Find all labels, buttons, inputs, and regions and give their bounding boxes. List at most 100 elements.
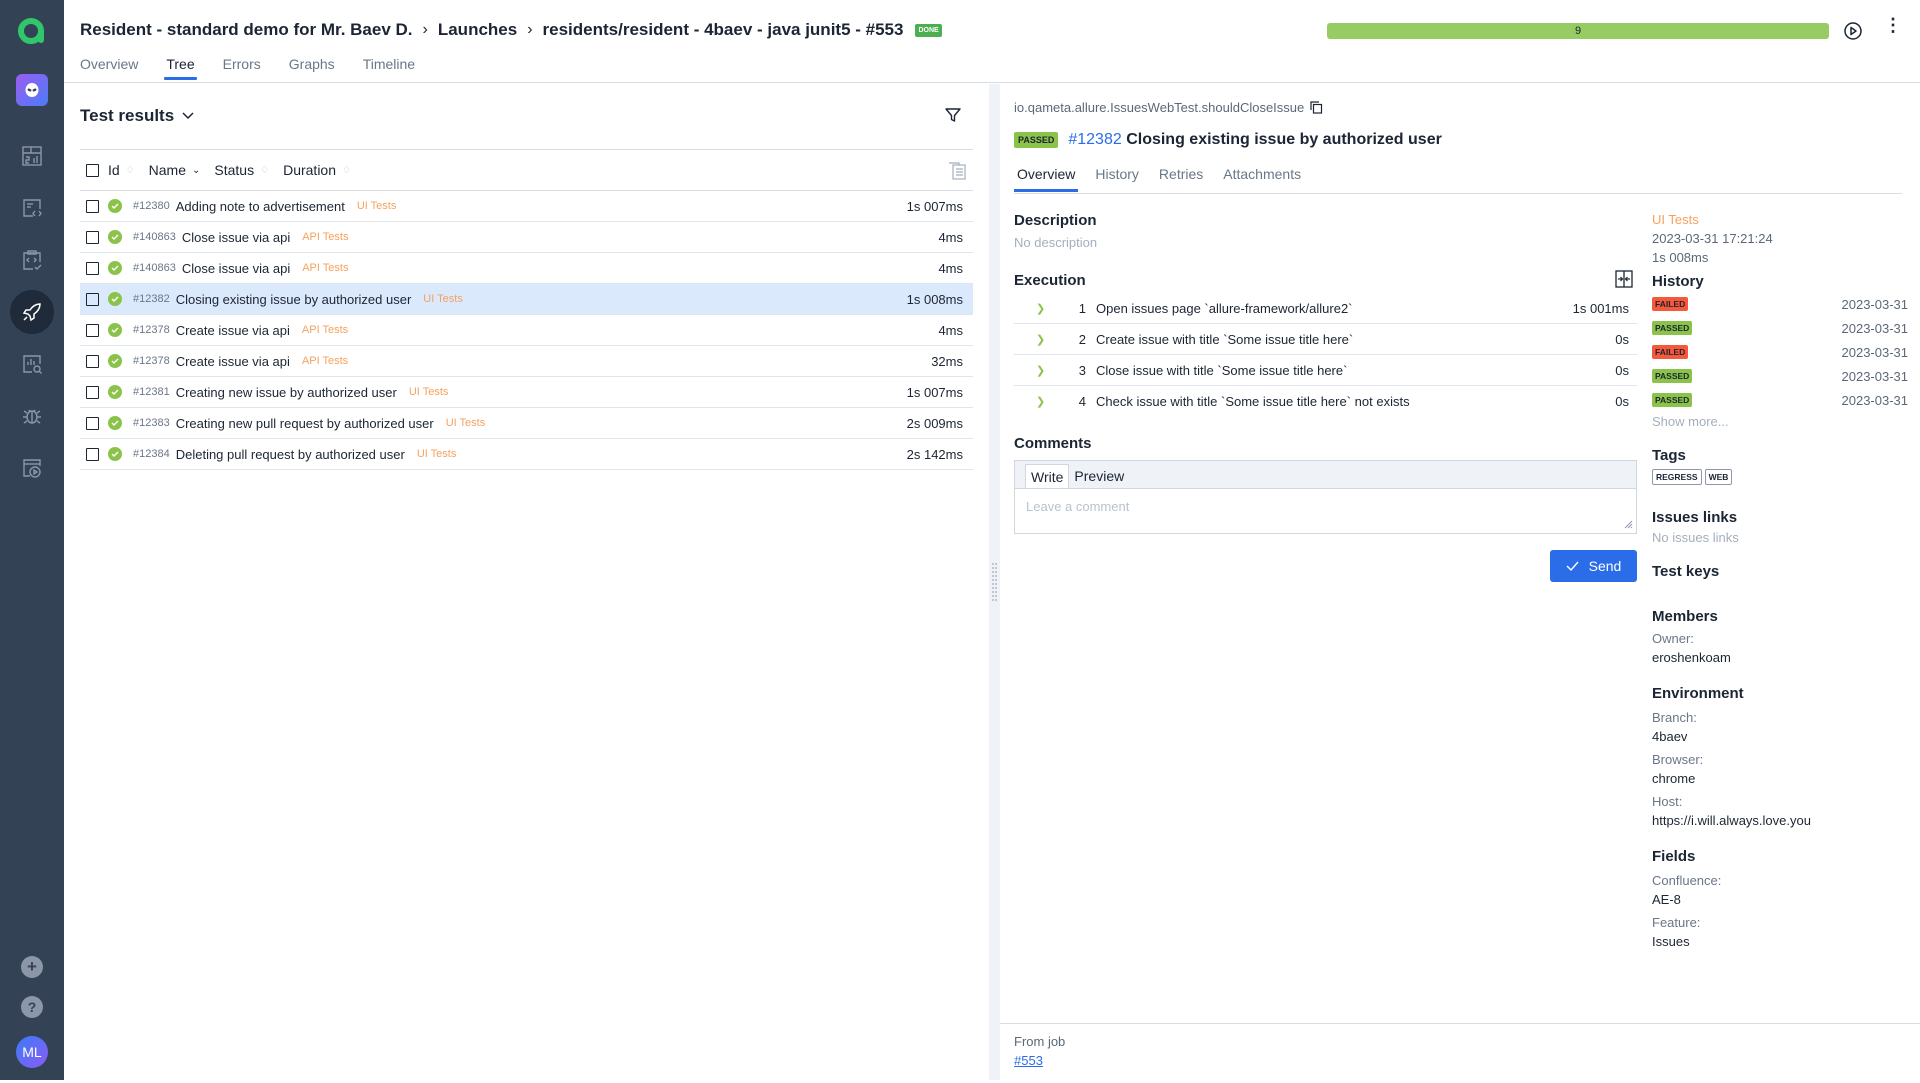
table-row[interactable]: #140863 Close issue via api API Tests 4m…: [80, 253, 973, 284]
test-duration: 4ms: [938, 229, 963, 245]
history-status-badge: FAILED: [1652, 297, 1689, 311]
comment-input[interactable]: Leave a comment: [1015, 489, 1636, 533]
row-checkbox[interactable]: [86, 323, 99, 337]
preview-tab[interactable]: Preview: [1069, 464, 1129, 488]
chevron-right-icon[interactable]: ❯: [1036, 333, 1066, 346]
row-checkbox[interactable]: [86, 416, 99, 430]
select-all-checkbox[interactable]: [86, 163, 99, 177]
status-badge: DONE: [915, 23, 942, 37]
filter-button[interactable]: [944, 106, 962, 129]
add-icon[interactable]: +: [21, 956, 43, 978]
chevron-right-icon[interactable]: ❯: [1036, 302, 1066, 315]
column-id[interactable]: Id ♢: [108, 162, 135, 178]
show-more-link[interactable]: Show more...: [1652, 414, 1908, 429]
tab-history[interactable]: History: [1092, 166, 1142, 193]
row-checkbox[interactable]: [86, 447, 99, 461]
detail-tabs: Overview History Retries Attachments: [1014, 166, 1902, 194]
send-button[interactable]: Send: [1550, 550, 1637, 582]
test-duration: 1s 007ms: [906, 198, 963, 214]
row-checkbox[interactable]: [86, 261, 99, 275]
chevron-right-icon[interactable]: ❯: [1036, 364, 1066, 377]
resize-grip-icon[interactable]: [989, 563, 1000, 601]
table-row[interactable]: #12378 Create issue via api API Tests 4m…: [80, 315, 973, 346]
table-row[interactable]: #12378 Create issue via api API Tests 32…: [80, 346, 973, 377]
tags-heading: Tags: [1652, 447, 1686, 464]
test-plans-icon[interactable]: [10, 238, 54, 282]
panel-title[interactable]: Test results: [80, 106, 194, 126]
allure-logo[interactable]: [15, 14, 49, 48]
tab-errors[interactable]: Errors: [223, 56, 261, 78]
project-avatar[interactable]: [16, 74, 48, 106]
chevron-right-icon[interactable]: ❯: [1036, 395, 1066, 408]
item-label: Browser:: [1652, 752, 1704, 767]
execution-step[interactable]: ❯ 1 Open issues page `allure-framework/a…: [1014, 293, 1637, 324]
tab-retries[interactable]: Retries: [1156, 166, 1206, 193]
help-icon[interactable]: ?: [21, 996, 43, 1018]
execution-step[interactable]: ❯ 3 Close issue with title `Some issue t…: [1014, 355, 1637, 386]
row-checkbox[interactable]: [86, 292, 99, 306]
more-menu-icon[interactable]: ⋮: [1884, 16, 1902, 34]
tab-tree[interactable]: Tree: [164, 56, 197, 80]
dashboard-icon[interactable]: [10, 134, 54, 178]
history-item[interactable]: PASSED 2023-03-31: [1652, 388, 1908, 412]
history-item[interactable]: FAILED 2023-03-31: [1652, 340, 1908, 364]
table-row[interactable]: #12381 Creating new issue by authorized …: [80, 377, 973, 408]
item-value: https://i.will.always.love.you: [1652, 813, 1811, 828]
tab-graphs[interactable]: Graphs: [289, 56, 335, 78]
row-checkbox[interactable]: [86, 199, 99, 213]
write-tab[interactable]: Write: [1025, 464, 1070, 488]
tree-view-icon[interactable]: [947, 162, 967, 183]
test-name: Creating new issue by authorized user: [175, 384, 397, 400]
row-checkbox[interactable]: [86, 354, 99, 368]
key-value-item: Host: https://i.will.always.love.you: [1652, 794, 1908, 828]
table-row[interactable]: #140863 Close issue via api API Tests 4m…: [80, 222, 973, 253]
rerun-button[interactable]: [1843, 21, 1863, 46]
test-id: #140863: [133, 231, 176, 243]
tab-overview[interactable]: Overview: [1014, 166, 1079, 193]
execution-step[interactable]: ❯ 4 Check issue with title `Some issue t…: [1014, 386, 1637, 417]
table-row[interactable]: #12383 Creating new pull request by auth…: [80, 408, 973, 439]
history-item[interactable]: FAILED 2023-03-31: [1652, 292, 1908, 316]
issues-empty: No issues links: [1652, 530, 1739, 545]
test-id: #12384: [133, 448, 170, 460]
tab-timeline[interactable]: Timeline: [363, 56, 415, 78]
defects-icon[interactable]: [10, 394, 54, 438]
column-status[interactable]: Status ♢: [214, 162, 269, 178]
execution-step[interactable]: ❯ 2 Create issue with title `Some issue …: [1014, 324, 1637, 355]
row-checkbox[interactable]: [86, 230, 99, 244]
job-link[interactable]: #553: [1014, 1053, 1043, 1068]
breadcrumb-project[interactable]: Resident - standard demo for Mr. Baev D.: [80, 20, 413, 40]
copy-icon[interactable]: [1310, 101, 1323, 114]
table-row[interactable]: #12384 Deleting pull request by authoriz…: [80, 439, 973, 470]
progress-count: 9: [1574, 25, 1582, 37]
test-id-link[interactable]: #12382: [1068, 131, 1121, 148]
history-date: 2023-03-31: [1841, 296, 1909, 312]
expand-collapse-icon[interactable]: [1615, 270, 1633, 288]
analytics-icon[interactable]: [10, 342, 54, 386]
history-item[interactable]: PASSED 2023-03-31: [1652, 364, 1908, 388]
user-avatar[interactable]: ML: [16, 1036, 48, 1068]
row-checkbox[interactable]: [86, 385, 99, 399]
item-label: Branch:: [1652, 710, 1697, 725]
test-name: Adding note to advertisement: [175, 198, 345, 214]
owner-label: Owner:: [1652, 631, 1694, 646]
comments-heading: Comments: [1014, 435, 1092, 452]
test-cases-icon[interactable]: [10, 186, 54, 230]
tab-attachments[interactable]: Attachments: [1220, 166, 1304, 193]
tab-overview[interactable]: Overview: [80, 56, 138, 78]
table-row[interactable]: #12380 Adding note to advertisement UI T…: [80, 191, 973, 222]
breadcrumb-launches[interactable]: Launches: [438, 20, 517, 40]
passed-status-icon: [108, 354, 122, 368]
key-value-item: Branch: 4baev: [1652, 710, 1908, 744]
column-duration[interactable]: Duration ♢: [283, 162, 351, 178]
history-item[interactable]: PASSED 2023-03-31: [1652, 316, 1908, 340]
test-id: #12378: [133, 324, 170, 336]
table-row[interactable]: #12382 Closing existing issue by authori…: [80, 284, 973, 315]
history-status-badge: PASSED: [1652, 393, 1693, 407]
column-name[interactable]: Name ⌄: [149, 162, 201, 178]
jobs-icon[interactable]: [10, 446, 54, 490]
fields-heading: Fields: [1652, 848, 1696, 865]
launches-icon[interactable]: [10, 290, 54, 334]
item-value: chrome: [1652, 771, 1696, 786]
test-title: #12382 Closing existing issue by authori…: [1068, 131, 1442, 148]
